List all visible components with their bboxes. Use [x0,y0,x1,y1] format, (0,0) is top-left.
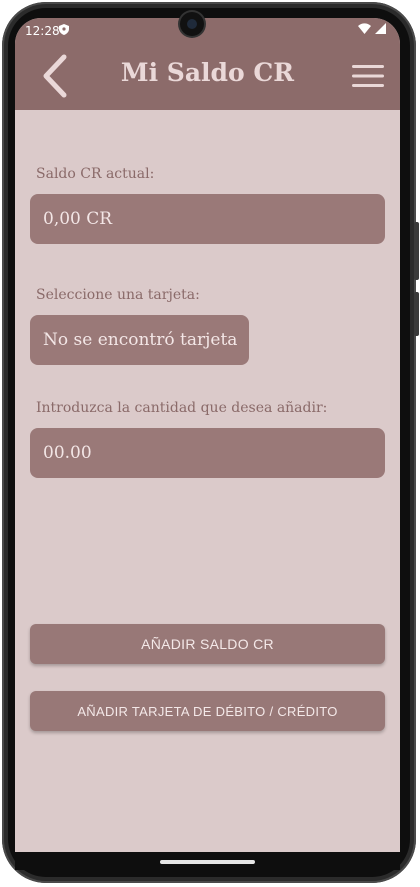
volume-button [414,222,419,280]
wifi-icon [357,23,371,34]
card-label: Seleccione una tarjeta: [36,287,200,303]
hamburger-menu-icon [352,65,384,87]
status-time: 12:28 [25,24,60,38]
app-screen: 12:28 Mi Saldo CR Saldo CR actual: 0,00 … [15,18,400,864]
power-button [414,292,419,336]
menu-button[interactable] [348,56,388,96]
amount-label: Introduzca la cantidad que desea añadir: [36,400,328,416]
phone-device: 12:28 Mi Saldo CR Saldo CR actual: 0,00 … [0,0,420,887]
page-title: Mi Saldo CR [120,58,295,87]
amount-input[interactable] [30,428,385,478]
status-bar: 12:28 [15,18,400,44]
add-card-button[interactable]: AÑADIR TARJETA DE DÉBITO / CRÉDITO [30,691,385,731]
front-camera [180,12,204,36]
card-selector[interactable]: No se encontró tarjeta [30,315,249,365]
balance-value: 0,00 CR [30,194,385,244]
add-balance-button[interactable]: AÑADIR SALDO CR [30,624,385,664]
balance-label: Saldo CR actual: [36,166,155,182]
home-indicator[interactable] [160,860,255,864]
app-bar: Mi Saldo CR [15,44,400,110]
shield-icon [59,24,69,38]
signal-icon [375,23,386,34]
status-icons [357,23,386,37]
